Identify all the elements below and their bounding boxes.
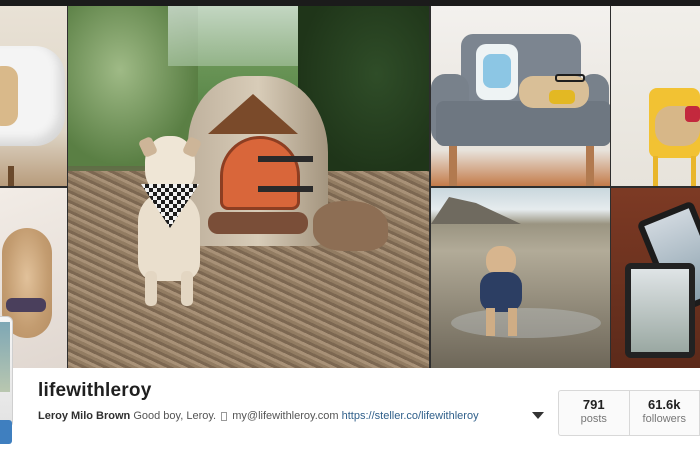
posts-count: 791 (582, 397, 605, 412)
envelope-icon (221, 411, 228, 421)
profile-stats: 791 posts 61.6k followers (558, 390, 700, 436)
photo-dog-on-yellow-chair[interactable] (611, 6, 700, 186)
chevron-down-icon[interactable] (532, 412, 544, 419)
profile-email: my@lifewithleroy.com (232, 410, 339, 422)
posts-label: posts (580, 413, 607, 425)
photo-dog-on-grey-sofa[interactable] (431, 6, 610, 186)
profile-full-name: Leroy Milo Brown (38, 410, 131, 422)
profile-website-link[interactable]: https://steller.co/lifewithleroy (342, 410, 479, 422)
profile-username: lifewithleroy (38, 380, 152, 401)
posts-stat[interactable]: 791 posts (559, 391, 630, 435)
photo-dog-at-fairy-door-stump[interactable] (68, 6, 429, 368)
profile-header: lifewithleroy Leroy Milo Brown Good boy,… (0, 316, 700, 466)
profile-bio: Leroy Milo Brown Good boy, Leroy. my@lif… (38, 410, 479, 422)
photo-tablets-on-wood[interactable] (611, 188, 700, 368)
followers-label: followers (642, 413, 686, 425)
profile-bio-text: Good boy, Leroy. (133, 410, 217, 422)
follow-button[interactable] (0, 420, 12, 444)
followers-count: 61.6k (647, 397, 681, 412)
followers-stat[interactable]: 61.6k followers (630, 391, 700, 435)
avatar-image (0, 322, 10, 392)
photo-dog-on-beach[interactable] (431, 188, 610, 368)
photo-dog-on-white-chair[interactable] (0, 6, 67, 186)
photo-grid (0, 6, 700, 368)
